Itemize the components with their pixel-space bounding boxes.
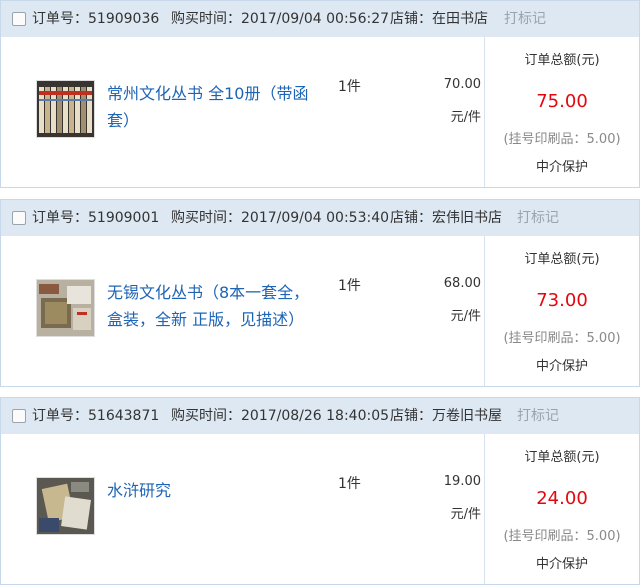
mark-button[interactable]: 打标记 <box>517 209 559 227</box>
item-quantity: 1件 <box>338 476 361 492</box>
order-checkbox[interactable] <box>12 211 26 225</box>
shop-link[interactable]: 万卷旧书屋 <box>432 408 502 424</box>
shop-name: 店铺：宏伟旧书店 <box>390 210 502 226</box>
item-price: 19.00 <box>443 474 481 489</box>
order-checkbox[interactable] <box>12 409 26 423</box>
price-unit: 元/件 <box>450 507 481 522</box>
order-header: 订单号：51909036 购买时间：2017/09/04 00:56:27 店铺… <box>0 0 640 38</box>
shop-name: 店铺：在田书店 <box>390 11 488 27</box>
order-body: 水浒研究 1件 19.00 元/件 订单总额(元) 24.00 (挂号印刷品：5… <box>0 434 640 585</box>
item-title-link[interactable]: 水浒研究 <box>107 477 322 504</box>
shop-name: 店铺：万卷旧书屋 <box>390 408 502 424</box>
order-checkbox[interactable] <box>12 12 26 26</box>
item-title-link[interactable]: 无锡文化丛书（8本一套全，盒装，全新 正版，见描述） <box>107 279 322 333</box>
shipping-fee: (挂号印刷品：5.00) <box>503 132 621 147</box>
mark-button[interactable]: 打标记 <box>504 10 546 28</box>
order-header: 订单号：51909001 购买时间：2017/09/04 00:53:40 店铺… <box>0 199 640 237</box>
order-body: 无锡文化丛书（8本一套全，盒装，全新 正版，见描述） 1件 68.00 元/件 … <box>0 236 640 387</box>
order-number: 订单号：51643871 <box>32 408 160 424</box>
order-number: 订单号：51909036 <box>32 11 160 27</box>
total-label: 订单总额(元) <box>524 450 600 465</box>
item-quantity: 1件 <box>338 278 361 294</box>
book-thumbnail[interactable] <box>36 279 95 337</box>
shop-link[interactable]: 在田书店 <box>432 11 488 27</box>
item-title-link[interactable]: 常州文化丛书 全10册（带函套） <box>107 80 322 134</box>
item-price: 68.00 <box>443 276 481 291</box>
order-header: 订单号：51643871 购买时间：2017/08/26 18:40:05 店铺… <box>0 397 640 435</box>
escrow-protection-link[interactable]: 中介保护 <box>485 156 639 175</box>
total-amount: 75.00 <box>536 91 588 112</box>
shipping-fee: (挂号印刷品：5.00) <box>503 529 621 544</box>
escrow-protection-link[interactable]: 中介保护 <box>485 355 639 374</box>
book-thumbnail[interactable] <box>36 477 95 535</box>
mark-button[interactable]: 打标记 <box>517 407 559 425</box>
shipping-fee: (挂号印刷品：5.00) <box>503 331 621 346</box>
total-amount: 24.00 <box>536 488 588 509</box>
purchase-time: 购买时间：2017/09/04 00:53:40 <box>171 210 390 226</box>
order-body: 常州文化丛书 全10册（带函套） 1件 70.00 元/件 订单总额(元) 75… <box>0 37 640 188</box>
purchase-time: 购买时间：2017/08/26 18:40:05 <box>171 408 390 424</box>
escrow-protection-link[interactable]: 中介保护 <box>485 553 639 572</box>
item-price: 70.00 <box>443 77 481 92</box>
shop-link[interactable]: 宏伟旧书店 <box>432 210 502 226</box>
price-unit: 元/件 <box>450 309 481 324</box>
total-label: 订单总额(元) <box>524 53 600 68</box>
total-amount: 73.00 <box>536 290 588 311</box>
price-unit: 元/件 <box>450 110 481 125</box>
total-label: 订单总额(元) <box>524 252 600 267</box>
book-thumbnail[interactable] <box>36 80 95 138</box>
purchase-time: 购买时间：2017/09/04 00:56:27 <box>171 11 390 27</box>
order-number: 订单号：51909001 <box>32 210 160 226</box>
item-quantity: 1件 <box>338 79 361 95</box>
